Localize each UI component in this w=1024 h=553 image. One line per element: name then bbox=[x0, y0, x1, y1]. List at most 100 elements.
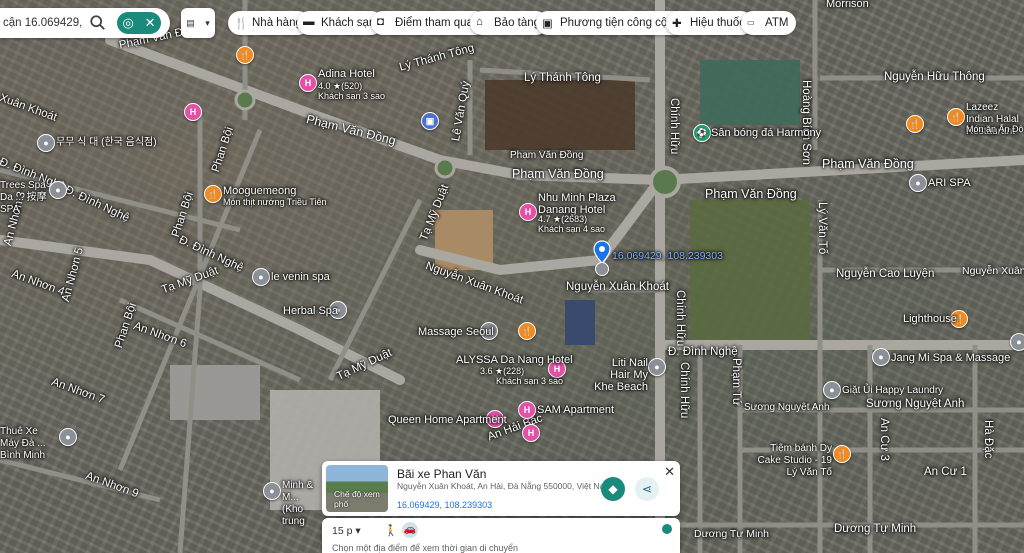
directions-icon: ◎ bbox=[122, 15, 134, 30]
road-label-chinh-huu: Chính Hữu bbox=[678, 362, 690, 419]
place-card[interactable]: Chế độ xem phố Bãi xe Phan Văn Nguyễn Xu… bbox=[322, 461, 680, 516]
place-nhu-minh-rating: 4.7 ★(2683) bbox=[538, 214, 588, 224]
spa-icon[interactable]: ● bbox=[1010, 333, 1024, 351]
warehouse-roof bbox=[170, 365, 260, 420]
road-label-pham-van-dong: Phạm Văn Đồng bbox=[510, 150, 584, 161]
car-icon[interactable]: 🚗 bbox=[402, 522, 418, 538]
directions-icon: ◆ bbox=[608, 482, 618, 496]
restaurant-icon[interactable]: 🍴 bbox=[947, 108, 965, 126]
place-adina-hotel[interactable]: Adina Hotel bbox=[318, 68, 375, 80]
place-adina-sub: Khách sạn 3 sao bbox=[318, 91, 386, 101]
share-button[interactable]: ⋖ bbox=[635, 477, 659, 501]
tennis-courts bbox=[700, 60, 800, 125]
road-label-duong-tu-minh: Dương Tự Minh bbox=[694, 528, 770, 540]
road-label-pham-van-dong: Phạm Văn Đồng bbox=[705, 187, 797, 201]
place-icon[interactable]: ▣ bbox=[421, 112, 439, 130]
chevron-down-icon: ▾ bbox=[205, 17, 210, 28]
search-icon[interactable] bbox=[89, 14, 107, 32]
road-label-pham-tu: Phạm Tứ bbox=[730, 358, 742, 406]
place-address: Nguyễn Xuân Khoát, An Hải, Đà Nẵng 55000… bbox=[397, 481, 612, 491]
road-label-an-cu-1: An Cư 1 bbox=[924, 466, 967, 478]
green-field bbox=[690, 200, 810, 340]
road-label-morrison: Morrison bbox=[826, 0, 869, 10]
road-label-ly-thanh-tong: Lý Thánh Tông bbox=[524, 72, 601, 84]
restaurant-icon[interactable]: 🍴 bbox=[518, 322, 536, 340]
atm-icon: ▭ bbox=[747, 18, 755, 27]
vacant-lot bbox=[485, 80, 635, 150]
spa-icon[interactable]: ● bbox=[909, 174, 927, 192]
road-label-pham-van-dong: Phạm Văn Đồng bbox=[512, 167, 604, 181]
place-dy-cake[interactable]: Tiệm bánh Dy Cake Studio - 19 Lý Văn Tố bbox=[746, 443, 833, 479]
street-view-thumbnail[interactable]: Chế độ xem phố bbox=[326, 465, 388, 512]
chip-pharmacy[interactable]: ✚ Hiệu thuốc bbox=[666, 11, 753, 35]
restaurant-icon[interactable]: 🍴 bbox=[906, 115, 924, 133]
bakery-icon[interactable]: 🍴 bbox=[833, 445, 851, 463]
directions-button[interactable]: ◎ ✕ bbox=[117, 12, 161, 34]
place-alyssa-rating: 3.6 ★(228) bbox=[480, 366, 525, 376]
dropped-pin-icon[interactable] bbox=[593, 240, 611, 264]
laundry-icon[interactable]: ● bbox=[823, 381, 841, 399]
place-adina-rating: 4.0 ★(520) bbox=[318, 81, 363, 91]
place-ari-spa[interactable]: ARI SPA bbox=[928, 177, 971, 189]
place-queen-home[interactable]: Queen Home Apartment bbox=[388, 414, 507, 426]
place-icon[interactable]: ● bbox=[59, 428, 77, 446]
place-thue-xe-may[interactable]: Thuê Xe Máy Đà ... Bình Minh bbox=[0, 426, 58, 462]
spa-icon[interactable]: ● bbox=[49, 181, 67, 199]
place-minh-m[interactable]: Minh & M... (Kho trung bbox=[282, 480, 322, 528]
place-coordinates[interactable]: 16.069429, 108.239303 bbox=[397, 500, 492, 510]
travel-time-panel: 15 p ▾ 🚶 🚗 Chọn một địa điểm để xem thời… bbox=[322, 518, 680, 553]
place-massage-seoul[interactable]: Massage Seoul bbox=[418, 326, 494, 338]
place-nhu-minh-plaza[interactable]: Nhu Minh Plaza Danang Hotel bbox=[538, 192, 626, 216]
road-label-ha-dac: Hà Đặc bbox=[982, 420, 994, 459]
parking-icon bbox=[595, 262, 609, 276]
place-alyssa[interactable]: ALYSSA Da Nang Hotel bbox=[456, 354, 573, 366]
hotel-icon[interactable]: H bbox=[522, 424, 540, 442]
search-box[interactable]: cận 16.069429, 108 ◎ ✕ bbox=[0, 8, 170, 38]
close-icon[interactable]: ✕ bbox=[145, 15, 156, 31]
hotel-icon[interactable]: H bbox=[184, 103, 202, 121]
place-lighthouse[interactable]: Lighthouse bbox=[903, 313, 957, 325]
pharmacy-icon: ✚ bbox=[672, 18, 682, 30]
search-input[interactable]: cận 16.069429, 108 bbox=[0, 17, 85, 29]
road-label-nguyen-huu-thong: Nguyễn Hữu Thông bbox=[884, 71, 985, 83]
place-lazeez-sub: Món ăn Ấn Độ bbox=[966, 124, 1024, 134]
road-label-nguyen-xuan-khoat: Nguyễn Xuân Khoát bbox=[566, 281, 669, 293]
walk-icon[interactable]: 🚶 bbox=[384, 524, 398, 537]
road-label-suong-nguyet-anh: Sương Nguyệt Anh bbox=[866, 398, 965, 410]
restaurant-icon[interactable]: ● bbox=[37, 134, 55, 152]
place-happy-laundry[interactable]: Giặt Ủi Happy Laundry bbox=[842, 385, 943, 397]
street-view-label: Chế độ xem phố bbox=[334, 489, 380, 509]
restaurant-icon[interactable]: 🍴 bbox=[236, 46, 254, 64]
hotel-icon[interactable]: H bbox=[518, 401, 536, 419]
layers-button[interactable]: ▤ ▾ bbox=[181, 8, 215, 38]
place-mooguemeong[interactable]: Mooguemeong bbox=[223, 185, 296, 197]
place-sam-apartment[interactable]: SAM Apartment bbox=[537, 404, 614, 416]
directions-button[interactable]: ◆ bbox=[601, 477, 625, 501]
place-icon[interactable]: ● bbox=[263, 482, 281, 500]
chip-atm[interactable]: ▭ ATM bbox=[741, 11, 797, 35]
hotel-icon[interactable]: H bbox=[519, 203, 537, 221]
restaurant-icon[interactable]: 🍴 bbox=[204, 185, 222, 203]
mode-indicator bbox=[662, 524, 672, 534]
place-le-venin-spa[interactable]: le venin spa bbox=[271, 271, 330, 283]
place-herbal-spa[interactable]: Herbal Spa bbox=[283, 305, 338, 317]
share-icon: ⋖ bbox=[641, 482, 653, 496]
place-jang-mi-spa[interactable]: Jang Mi Spa & Massage bbox=[891, 352, 1010, 364]
spa-icon[interactable]: ● bbox=[252, 268, 270, 286]
place-harmony[interactable]: Sân bóng đá Harmony bbox=[711, 127, 821, 139]
spa-icon[interactable]: ● bbox=[872, 348, 890, 366]
place-korean-restaurant[interactable]: 무무 식 대 (한국 음식점) bbox=[56, 137, 157, 149]
roundabout bbox=[649, 166, 681, 198]
road-label-nguyen-xuan-khoat: Nguyễn Xuân Khoát bbox=[962, 265, 1024, 277]
travel-time[interactable]: 15 p ▾ bbox=[332, 525, 361, 537]
layers-icon: ▤ bbox=[186, 17, 195, 28]
hotel-icon[interactable]: H bbox=[299, 74, 317, 92]
fork-knife-icon: 🍴 bbox=[234, 18, 249, 30]
soccer-field-icon[interactable]: ⚽ bbox=[693, 124, 711, 142]
bus-icon: ▣ bbox=[542, 18, 553, 30]
place-liti-nail[interactable]: Liti Nail Hair My Khe Beach bbox=[594, 357, 648, 393]
place-trees-spa[interactable]: Trees Spa Da ... 按摩SPA bbox=[0, 180, 48, 216]
close-icon[interactable]: ✕ bbox=[664, 464, 675, 480]
road-label-hoang-bich-son: Hoàng Bích Sơn bbox=[800, 80, 812, 165]
salon-icon[interactable]: ● bbox=[648, 358, 666, 376]
